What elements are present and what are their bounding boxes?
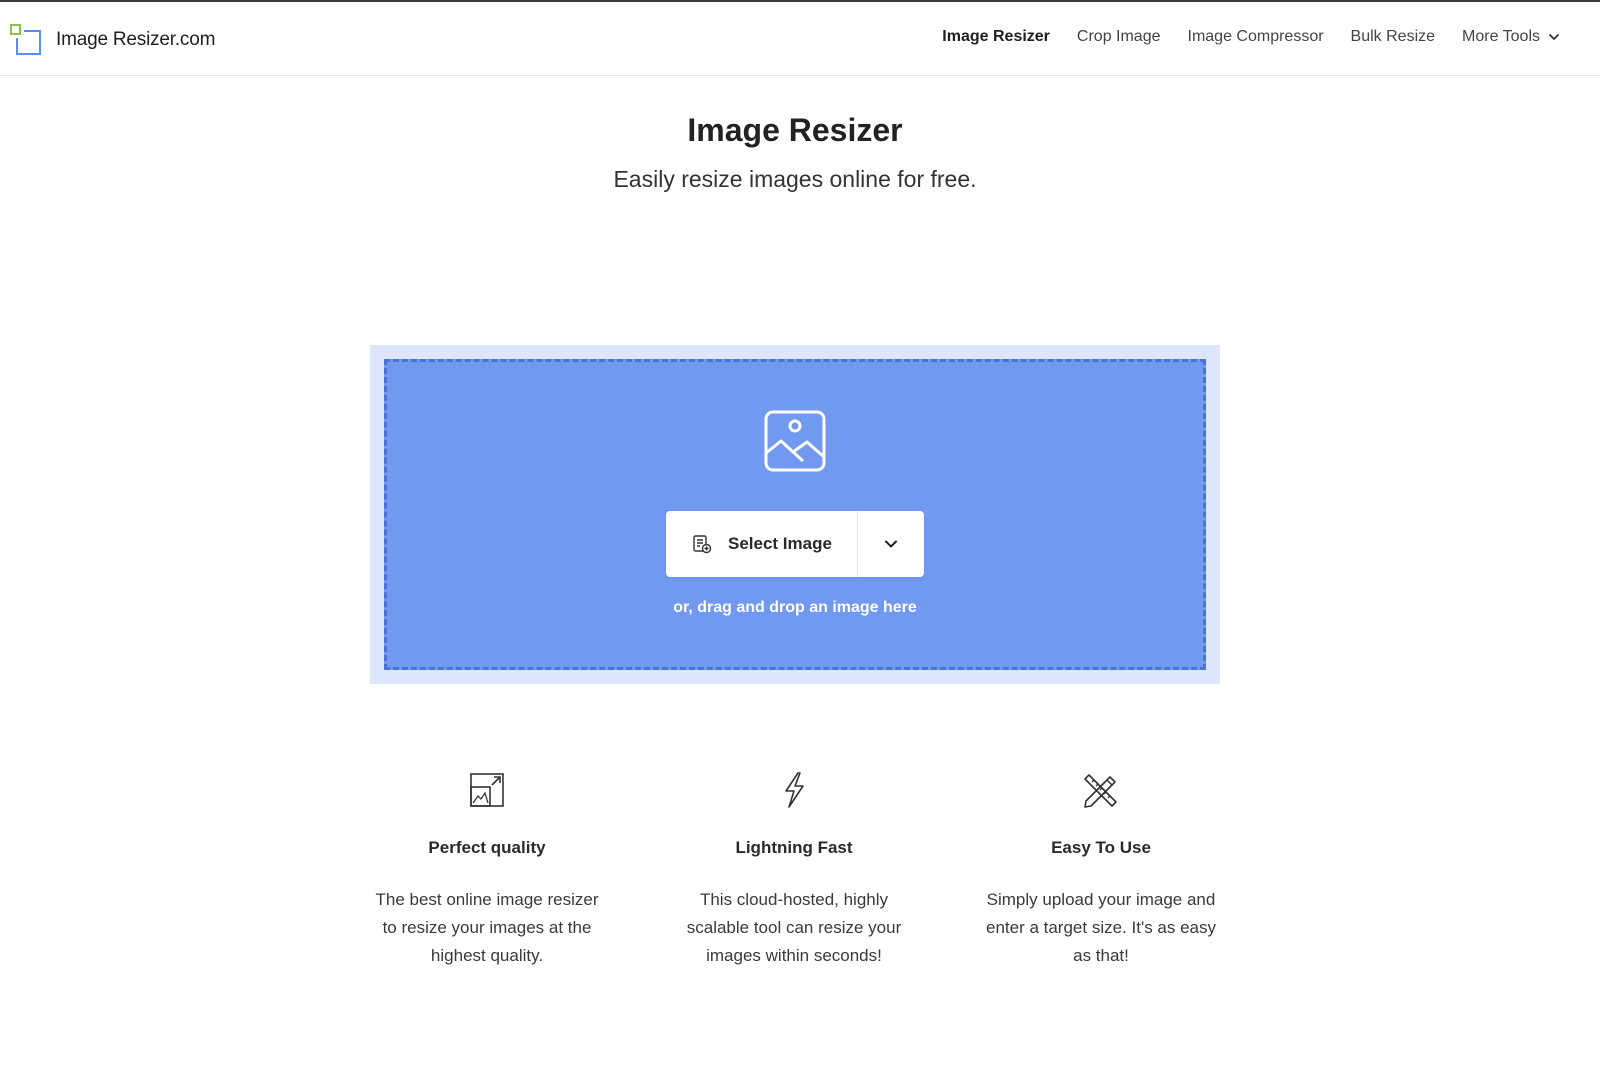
resize-image-icon [470,773,504,807]
feature-line: scalable tool can resize your [686,918,902,937]
feature-description: This cloud-hosted, highly scalable tool … [664,886,924,970]
feature-title: Easy To Use [1051,838,1151,857]
chevron-down-icon [1549,34,1559,40]
feature-title: Lightning Fast [735,838,853,857]
feature-easy-to-use: Easy To Use Simply upload your image and… [971,770,1231,970]
nav-item-bulk-resize[interactable]: Bulk Resize [1351,28,1435,46]
nav-item-image-compressor[interactable]: Image Compressor [1188,28,1324,46]
feature-description: Simply upload your image and enter a tar… [971,886,1231,970]
lightning-icon [785,772,804,808]
pencil-ruler-icon [1084,774,1117,808]
feature-line: enter a target size. It's as easy [985,918,1217,937]
site-header: Image Resizer.com Image Resizer Crop Ima… [0,2,1600,76]
page-subtitle: Easily resize images online for free. [613,166,977,192]
select-image-button[interactable]: Select Image [666,511,858,577]
brand-name: Image Resizer.com [56,29,216,50]
drag-drop-hint: or, drag and drop an image here [673,599,917,616]
nav-item-image-resizer[interactable]: Image Resizer [942,28,1050,46]
feature-line: Simply upload your image and [986,890,1216,909]
feature-line: highest quality. [430,946,544,965]
nav-item-more-tools[interactable]: More Tools [1462,28,1560,46]
brand-home-link[interactable]: Image Resizer.com [10,24,215,56]
file-add-icon [693,535,712,554]
main-nav: Image Resizer Crop Image Image Compresso… [915,28,1560,46]
feature-title: Perfect quality [428,838,546,857]
select-image-group: Select Image [666,511,924,577]
feature-line: This cloud-hosted, highly [699,890,889,909]
select-source-dropdown[interactable] [858,511,924,577]
feature-line: to resize your images at the [382,918,592,937]
feature-line: images within seconds! [706,946,882,965]
feature-lightning-fast: Lightning Fast This cloud-hosted, highly… [664,770,924,970]
image-placeholder-icon [764,410,826,472]
feature-perfect-quality: Perfect quality The best online image re… [357,770,617,970]
nav-item-crop-image[interactable]: Crop Image [1077,28,1161,46]
upload-dropzone-frame: Select Image or, drag and drop an image … [370,345,1220,684]
feature-description: The best online image resizer to resize … [357,886,617,970]
select-image-label: Select Image [728,534,832,553]
features-section: Perfect quality The best online image re… [0,770,1600,990]
chevron-down-icon [885,540,897,548]
upload-dropzone[interactable]: Select Image or, drag and drop an image … [384,359,1206,670]
feature-line: as that! [1073,946,1129,965]
feature-line: The best online image resizer [375,890,599,909]
brand-logo-icon [10,24,42,56]
page-title: Image Resizer [687,112,903,148]
nav-item-more-tools-label: More Tools [1462,28,1540,45]
